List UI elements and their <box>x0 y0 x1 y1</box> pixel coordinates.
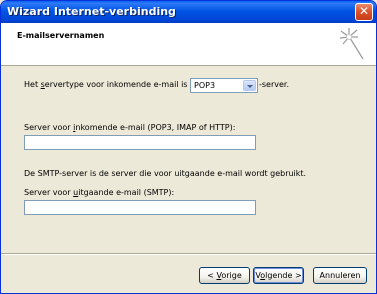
footer-divider <box>1 253 376 255</box>
outgoing-server-input[interactable] <box>24 200 256 215</box>
cancel-button[interactable]: Annuleren <box>313 267 367 284</box>
back-button[interactable]: < Vorige <box>199 267 250 284</box>
wizard-window: Wizard Internet-verbinding ✕ E-mailserve… <box>0 0 377 294</box>
close-button[interactable]: ✕ <box>355 3 373 21</box>
wizard-sparkle-icon <box>339 28 364 60</box>
outgoing-server-label: Server voor uitgaande e-mail (SMTP): <box>24 188 175 197</box>
wizard-header: E-mailservernamen <box>1 23 376 66</box>
title-bar[interactable]: Wizard Internet-verbinding ✕ <box>1 1 376 23</box>
window-title: Wizard Internet-verbinding <box>7 5 176 18</box>
incoming-server-label: Server voor inkomende e-mail (POP3, IMAP… <box>24 123 236 132</box>
server-type-select[interactable]: POP3 <box>190 78 258 93</box>
next-button[interactable]: Volgende > <box>253 267 304 284</box>
smtp-info-text: De SMTP-server is de server die voor uit… <box>24 169 307 178</box>
server-type-suffix: -server. <box>259 80 290 89</box>
page-title: E-mailservernamen <box>17 31 105 40</box>
close-icon: ✕ <box>358 4 370 18</box>
server-type-value: POP3 <box>194 81 216 90</box>
server-type-label: Het servertype voor inkomende e-mail is … <box>24 80 208 89</box>
chevron-down-icon[interactable] <box>243 80 256 91</box>
wizard-content: Het servertype voor inkomende e-mail is … <box>1 66 376 266</box>
incoming-server-input[interactable] <box>24 135 256 150</box>
